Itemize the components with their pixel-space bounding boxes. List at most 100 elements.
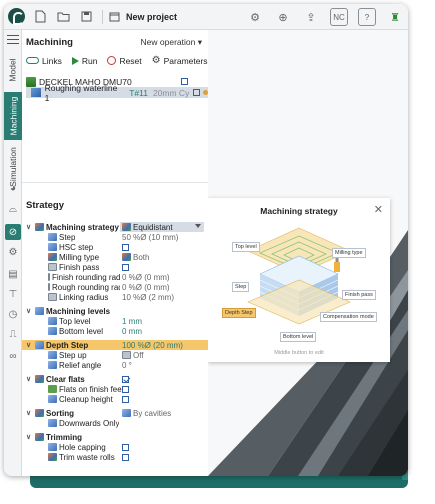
chevron-down-icon — [195, 224, 201, 228]
roughing-operation-icon — [31, 88, 41, 97]
tab-model[interactable]: Model — [4, 50, 22, 90]
prop-machining-strategy[interactable]: ∨ Machining strategy Equidistant — [22, 222, 208, 232]
by-cavities-icon — [122, 409, 131, 417]
reset-button[interactable]: Reset — [107, 56, 142, 66]
machine-tree-icon — [26, 76, 36, 87]
machining-title: Machining — [26, 37, 73, 48]
step-up-off-icon — [122, 351, 131, 359]
prop-finish-rounding-radius[interactable]: Finish rounding radius 0 %Ø (0 mm) — [22, 272, 208, 282]
new-file-icon[interactable] — [33, 9, 48, 24]
levels-icon — [35, 307, 44, 315]
run-icon — [71, 56, 79, 65]
links-icon — [26, 57, 39, 64]
prop-machining-levels[interactable]: ∨ Machining levels — [22, 306, 208, 316]
layers-icon[interactable]: ▤ — [7, 268, 19, 280]
prop-downwards-only[interactable]: Downwards Only — [22, 418, 208, 428]
feeds-gear-icon[interactable]: ⚙ — [7, 246, 19, 258]
callout-step: Step — [232, 282, 250, 292]
operation-item-selected[interactable]: Roughing waterline 1 T#11 20mm Cylind — [26, 83, 208, 103]
close-icon[interactable]: ✕ — [374, 203, 383, 216]
linking-radius-icon — [48, 293, 57, 301]
prop-clear-flats[interactable]: ∨ Clear flats — [22, 374, 208, 384]
flats-feed-icon — [48, 385, 57, 393]
trim-waste-checkbox[interactable] — [122, 453, 129, 461]
rough-rounding-icon — [48, 283, 50, 291]
prop-trim-waste-rolls[interactable]: Trim waste rolls — [22, 452, 208, 462]
3d-viewport[interactable]: Machining strategy ✕ Top level Milling t… — [208, 30, 408, 476]
tool-path-icon[interactable]: ⊘ — [5, 224, 21, 240]
callout-depth-step: Depth Step — [222, 308, 256, 318]
clock-icon[interactable]: ◷ — [7, 308, 19, 320]
prop-flats-on-finish-feed[interactable]: Flats on finish feed — [22, 384, 208, 394]
strategy-diagram — [247, 227, 351, 325]
prop-step-up[interactable]: Step up Off — [22, 350, 208, 360]
nc-upload-icon[interactable]: ⇪ — [302, 8, 320, 26]
finish-pass-checkbox[interactable] — [122, 263, 129, 271]
hole-capping-checkbox[interactable] — [122, 443, 129, 451]
popup-hint: Middle button to edit — [274, 350, 324, 356]
stock-icon[interactable]: ⌓ — [7, 203, 19, 215]
top-level-icon — [48, 317, 57, 325]
app-window: New project ⚙ ⊕ ⇪ NC ? ♜ Model Machining… — [4, 4, 408, 476]
cleanup-height-icon — [48, 395, 57, 403]
machining-strategy-select[interactable]: Equidistant — [120, 222, 204, 232]
left-sidebar: Model Machining Simulation ◕ ⌓ ⊘ ⚙ ▤ ⊤ ◷… — [4, 30, 22, 476]
prop-linking-radius[interactable]: Linking radius 10 %Ø (2 mm) — [22, 292, 208, 302]
strategy-help-popup: Machining strategy ✕ Top level Milling t… — [208, 198, 390, 362]
panel-divider[interactable] — [22, 182, 208, 183]
prop-cleanup-height[interactable]: Cleanup height — [22, 394, 208, 404]
parameters-button[interactable]: ⚙ Parameters — [152, 55, 208, 66]
links-button[interactable]: Links — [26, 56, 62, 66]
prop-depth-step[interactable]: ∨ Depth Step 100 %Ø (20 mm) — [22, 340, 208, 350]
project-name: New project — [126, 11, 178, 22]
prop-sorting[interactable]: ∨ Sorting By cavities — [22, 408, 208, 418]
callout-finish-pass: Finish pass — [342, 290, 376, 300]
prop-hsc-step[interactable]: HSC step — [22, 242, 208, 252]
prop-milling-type[interactable]: Milling type Both — [22, 252, 208, 262]
clear-flats-checkbox[interactable] — [122, 375, 129, 383]
step-up-icon — [48, 351, 57, 359]
run-button[interactable]: Run — [71, 56, 97, 66]
open-folder-icon[interactable] — [56, 9, 71, 24]
trimming-icon — [35, 433, 44, 441]
operation-visibility-checkbox[interactable] — [193, 89, 201, 96]
finish-pass-icon — [48, 263, 57, 271]
zoom-icon[interactable]: ⊕ — [274, 8, 292, 26]
more-icon[interactable]: ∞ — [7, 350, 19, 362]
callout-top-level: Top level — [232, 242, 260, 252]
cleanup-height-checkbox[interactable] — [122, 395, 129, 403]
strategy-pie-icon[interactable]: ◕ — [7, 182, 19, 194]
app-logo-icon[interactable] — [8, 8, 25, 25]
prop-rough-rounding-radius[interactable]: Rough rounding radius 0 %Ø (0 mm) — [22, 282, 208, 292]
tool-icon[interactable]: ⊤ — [7, 288, 19, 300]
machine-visibility-checkbox[interactable] — [181, 78, 188, 85]
project-window-icon — [107, 9, 122, 24]
prop-relief-angle[interactable]: Relief angle 0 ° — [22, 360, 208, 370]
depth-step-icon — [35, 341, 44, 349]
new-operation-dropdown[interactable]: New operation ▾ — [141, 37, 202, 48]
prop-finish-pass[interactable]: Finish pass — [22, 262, 208, 272]
prop-top-level[interactable]: Top level 1 mm — [22, 316, 208, 326]
tab-machining[interactable]: Machining — [4, 92, 22, 140]
sorting-icon — [35, 409, 44, 417]
gear-settings-icon[interactable]: ⚙ — [246, 8, 264, 26]
machine-icon[interactable]: ♜ — [386, 8, 404, 26]
menu-icon[interactable] — [7, 35, 19, 44]
help-file-icon[interactable]: ? — [358, 8, 376, 26]
nc-file-icon[interactable]: NC — [330, 8, 348, 26]
prop-step[interactable]: Step 50 %Ø (10 mm) — [22, 232, 208, 242]
save-icon[interactable] — [79, 9, 94, 24]
finish-rounding-icon — [48, 273, 50, 281]
flats-feed-checkbox[interactable] — [122, 385, 129, 393]
hsc-step-checkbox[interactable] — [122, 243, 129, 251]
robot-icon[interactable]: ⎍ — [7, 328, 19, 340]
strategy-title: Strategy — [26, 200, 65, 211]
popup-title: Machining strategy — [260, 206, 338, 216]
milling-type-icon — [48, 253, 57, 261]
reset-icon — [107, 56, 117, 65]
prop-bottom-level[interactable]: Bottom level 0 mm — [22, 326, 208, 336]
step-icon — [48, 233, 57, 241]
prop-trimming[interactable]: ∨ Trimming — [22, 432, 208, 442]
prop-hole-capping[interactable]: Hole capping — [22, 442, 208, 452]
title-bar: New project ⚙ ⊕ ⇪ NC ? ♜ — [4, 4, 408, 30]
